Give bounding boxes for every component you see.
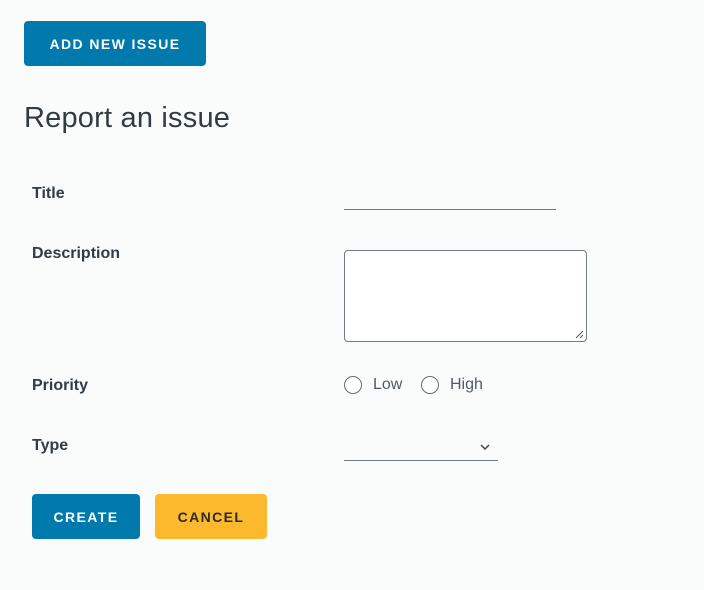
radio-button-high[interactable] [421,376,439,394]
priority-option-label: Low [373,376,403,393]
priority-option-high[interactable]: High [421,376,483,394]
page-title: Report an issue [24,102,231,134]
type-label: Type [32,437,69,454]
cancel-button[interactable]: CANCEL [155,494,267,539]
create-button[interactable]: CREATE [32,494,140,539]
type-select[interactable] [344,436,498,461]
add-new-issue-button[interactable]: ADD NEW ISSUE [24,21,206,66]
title-input[interactable] [344,186,556,210]
description-textarea[interactable] [344,250,587,342]
priority-option-label: High [450,376,483,393]
resize-grip-icon[interactable] [574,329,584,339]
description-label: Description [32,245,121,262]
priority-option-low[interactable]: Low [344,376,402,394]
chevron-down-icon [480,444,490,451]
title-label: Title [32,185,65,202]
priority-label: Priority [32,377,89,394]
radio-button-low[interactable] [344,376,362,394]
